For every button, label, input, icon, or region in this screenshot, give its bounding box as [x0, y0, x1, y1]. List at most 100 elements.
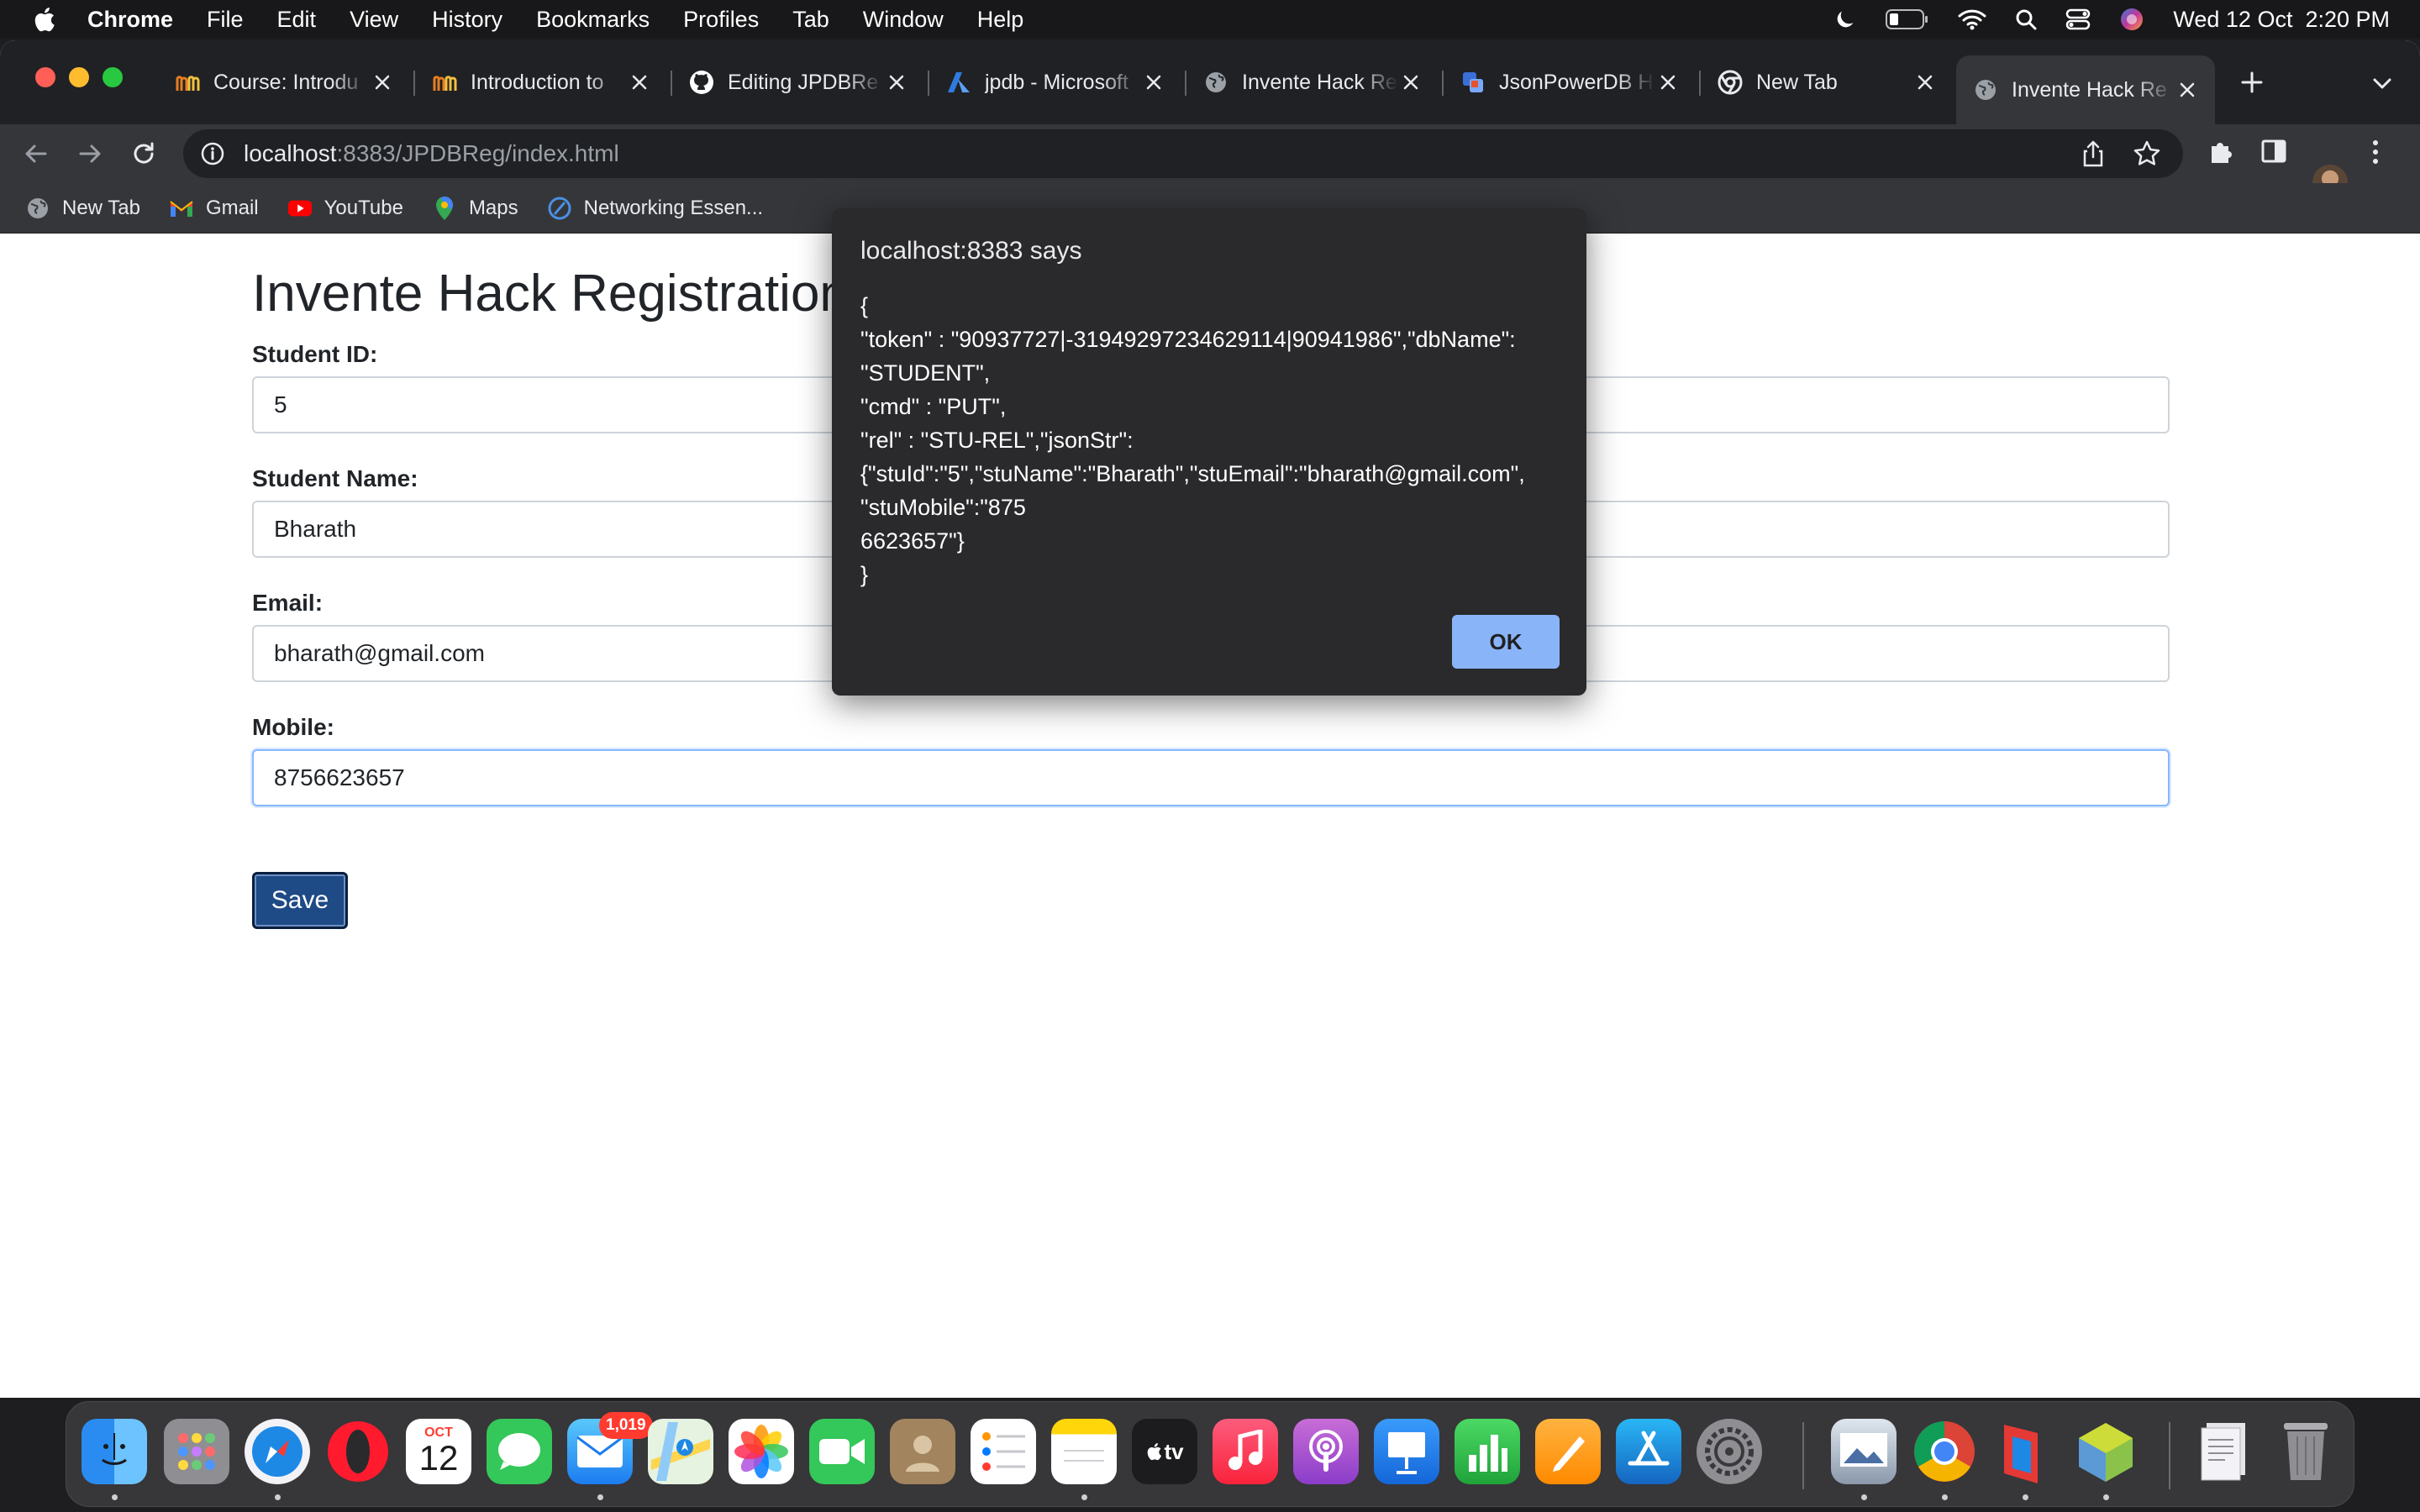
cisco-icon — [547, 196, 572, 221]
zoom-window-button[interactable] — [103, 67, 123, 87]
tab-new-tab[interactable]: New Tab — [1701, 55, 1953, 109]
dialog-message-line: 6623657"} — [860, 528, 965, 554]
close-tab-icon[interactable] — [370, 70, 395, 95]
tab-course-introduction[interactable]: Course: Introdu — [158, 55, 410, 109]
tab-introduction[interactable]: Introduction to — [415, 55, 667, 109]
battery-icon[interactable] — [1886, 8, 1929, 30]
clock[interactable]: Wed 12 Oct 2:20 PM — [2173, 7, 2390, 33]
app-store-icon[interactable] — [1616, 1419, 1681, 1484]
menu-tab[interactable]: Tab — [792, 7, 829, 33]
course-icon — [432, 70, 457, 95]
tab-search-chevron-icon[interactable] — [2370, 71, 2395, 96]
music-icon[interactable] — [1213, 1419, 1278, 1484]
notes-icon[interactable] — [1051, 1419, 1117, 1484]
netbeans-icon[interactable] — [2073, 1419, 2139, 1484]
spotlight-search-icon[interactable] — [2015, 8, 2037, 30]
apple-tv-icon[interactable]: tv — [1132, 1419, 1197, 1484]
wifi-icon[interactable] — [1958, 8, 1986, 30]
siri-icon[interactable] — [2119, 7, 2144, 32]
menu-app-name[interactable]: Chrome — [87, 7, 173, 33]
bookmark-star-icon[interactable] — [2133, 139, 2161, 168]
close-tab-icon[interactable] — [1912, 70, 1938, 95]
menu-view[interactable]: View — [350, 7, 398, 33]
student-id-label: Student ID: — [252, 341, 378, 367]
documents-folder-icon[interactable] — [2192, 1419, 2258, 1484]
close-tab-icon[interactable] — [1141, 70, 1166, 95]
control-center-icon[interactable] — [2065, 8, 2091, 31]
close-tab-icon[interactable] — [1398, 70, 1423, 95]
minimize-window-button[interactable] — [69, 67, 89, 87]
calendar-icon[interactable]: OCT 12 — [406, 1419, 471, 1484]
side-panel-icon[interactable] — [2260, 138, 2287, 165]
photos-icon[interactable] — [729, 1419, 794, 1484]
opera-icon[interactable] — [325, 1419, 391, 1484]
close-tab-icon[interactable] — [1655, 70, 1681, 95]
dialog-message-line: } — [860, 562, 869, 587]
bookmark-new-tab[interactable]: New Tab — [25, 196, 140, 221]
tab-title: JsonPowerDB H — [1499, 70, 1654, 94]
ok-button[interactable]: OK — [1452, 615, 1560, 669]
menu-history[interactable]: History — [432, 7, 502, 33]
close-tab-icon[interactable] — [627, 70, 652, 95]
tab-jpdb-microsoft[interactable]: jpdb - Microsoft — [929, 55, 1181, 109]
save-button[interactable]: Save — [252, 872, 348, 929]
tab-editing-jpdbreg[interactable]: Editing JPDBRe — [672, 55, 924, 109]
bookmark-youtube[interactable]: YouTube — [287, 196, 403, 221]
bookmark-networking-essentials[interactable]: Networking Essen... — [547, 196, 763, 221]
running-indicator — [275, 1494, 281, 1500]
url-path: :8383/JPDBReg/index.html — [336, 140, 619, 166]
keynote-icon[interactable] — [1374, 1419, 1439, 1484]
numbers-icon[interactable] — [1455, 1419, 1520, 1484]
chrome-icon[interactable] — [1912, 1419, 1977, 1484]
preview-icon[interactable] — [1831, 1419, 1897, 1484]
back-arrow-icon[interactable] — [20, 138, 52, 170]
podcasts-icon[interactable] — [1293, 1419, 1359, 1484]
mobile-input[interactable] — [252, 749, 2170, 806]
new-tab-plus-icon[interactable] — [2237, 67, 2267, 97]
reload-icon[interactable] — [128, 138, 160, 170]
close-window-button[interactable] — [35, 67, 55, 87]
share-icon[interactable] — [2081, 139, 2106, 168]
launchpad-icon[interactable] — [164, 1419, 229, 1484]
apple-icon[interactable] — [32, 5, 55, 34]
info-icon[interactable] — [200, 141, 225, 166]
tab-jsonpowerdb[interactable]: JsonPowerDB H — [1444, 55, 1696, 109]
menu-window[interactable]: Window — [863, 7, 944, 33]
tab-invente-hack[interactable]: Invente Hack Re — [1186, 55, 1439, 109]
ide-icon[interactable] — [1992, 1419, 2058, 1484]
dialog-message-line: { — [860, 293, 869, 318]
calendar-day: 12 — [418, 1438, 459, 1478]
bookmark-maps[interactable]: Maps — [432, 196, 518, 221]
bookmark-gmail[interactable]: Gmail — [169, 196, 259, 221]
menu-profiles[interactable]: Profiles — [683, 7, 759, 33]
mail-unread-badge: 1,019 — [599, 1412, 653, 1439]
safari-icon[interactable] — [245, 1419, 310, 1484]
menu-edit[interactable]: Edit — [277, 7, 317, 33]
dialog-message-line: "STUDENT", — [860, 360, 991, 386]
menu-file[interactable]: File — [207, 7, 244, 33]
menu-help[interactable]: Help — [977, 7, 1024, 33]
pages-icon[interactable] — [1535, 1419, 1601, 1484]
trash-icon[interactable] — [2273, 1419, 2338, 1484]
messages-icon[interactable] — [487, 1419, 552, 1484]
address-bar[interactable]: localhost:8383/JPDBReg/index.html — [183, 129, 2183, 178]
close-tab-icon[interactable] — [2175, 77, 2200, 102]
bookmark-label: New Tab — [62, 196, 140, 219]
menu-bookmarks[interactable]: Bookmarks — [536, 7, 650, 33]
system-settings-icon[interactable] — [1697, 1419, 1762, 1484]
reminders-icon[interactable] — [971, 1419, 1036, 1484]
dialog-message-line: "cmd" : "PUT", — [860, 394, 1007, 419]
tab-invente-hack-active[interactable]: Invente Hack Re — [1956, 55, 2215, 124]
contacts-icon[interactable] — [890, 1419, 955, 1484]
finder-icon[interactable] — [82, 1419, 147, 1484]
extensions-puzzle-icon[interactable] — [2207, 138, 2235, 166]
facetime-icon[interactable] — [809, 1419, 875, 1484]
running-indicator — [2023, 1494, 2028, 1500]
tab-title: New Tab — [1756, 70, 1838, 94]
jpdb-icon — [1460, 70, 1486, 95]
close-tab-icon[interactable] — [884, 70, 909, 95]
moon-icon[interactable] — [1833, 8, 1857, 31]
forward-arrow-icon[interactable] — [74, 138, 106, 170]
maps-icon[interactable] — [648, 1419, 713, 1484]
chrome-menu-kebab-icon[interactable] — [2371, 138, 2380, 166]
